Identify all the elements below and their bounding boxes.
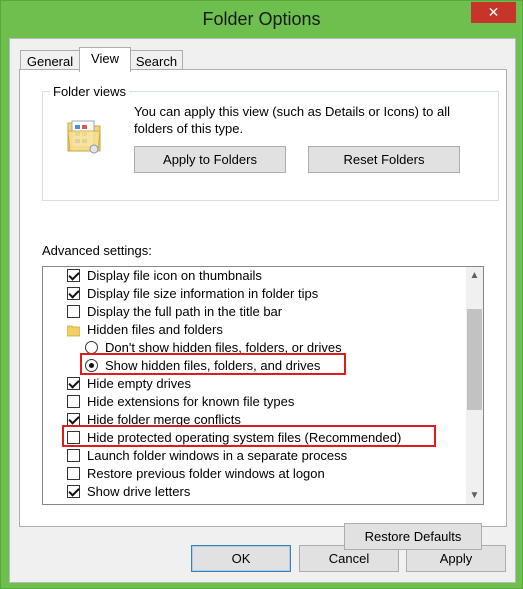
- list-item-label: Hidden files and folders: [87, 322, 223, 337]
- reset-folders-button[interactable]: Reset Folders: [308, 146, 460, 173]
- folder-icon: [67, 325, 80, 337]
- list-item: Hidden files and folders: [67, 321, 223, 339]
- checkbox-checked[interactable]: [67, 377, 80, 390]
- window-title: Folder Options: [202, 9, 321, 29]
- list-item-label: Hide empty drives: [87, 376, 192, 391]
- apply-to-folders-button[interactable]: Apply to Folders: [134, 146, 286, 173]
- close-button[interactable]: ✕: [471, 2, 516, 23]
- list-item-label: Display file icon on thumbnails: [87, 268, 262, 283]
- scroll-down-icon[interactable]: ▼: [466, 487, 483, 504]
- checkbox-checked[interactable]: [67, 287, 80, 300]
- list-item[interactable]: Display file icon on thumbnails: [67, 267, 262, 285]
- dialog-client: General View Search Folder views You can…: [9, 38, 516, 583]
- list-scrollbar[interactable]: ▲ ▼: [466, 267, 483, 504]
- scroll-thumb[interactable]: [467, 309, 482, 410]
- advanced-settings-title: Advanced settings:: [42, 243, 152, 258]
- restore-defaults-button[interactable]: Restore Defaults: [344, 523, 482, 550]
- list-item-label: Launch folder windows in a separate proc…: [87, 448, 348, 463]
- list-item-label: Display file size information in folder …: [87, 286, 319, 301]
- advanced-settings-list[interactable]: Display file icon on thumbnails Display …: [42, 266, 484, 505]
- view-tab-panel: Folder views You can apply this view (su…: [19, 69, 507, 550]
- checkbox[interactable]: [67, 395, 80, 408]
- folder-views-description: You can apply this view (such as Details…: [134, 104, 451, 136]
- checkbox[interactable]: [67, 449, 80, 462]
- folder-views-title: Folder views: [50, 84, 129, 99]
- tab-view[interactable]: View: [79, 47, 131, 72]
- list-item-label: Display the full path in the title bar: [87, 304, 283, 319]
- folder-views-icon: [67, 120, 101, 154]
- list-item-label: Show drive letters: [87, 484, 191, 499]
- list-item-label: Hide extensions for known file types: [87, 394, 295, 409]
- scroll-up-icon[interactable]: ▲: [466, 267, 483, 284]
- list-item[interactable]: Display the full path in the title bar: [67, 303, 282, 321]
- checkbox[interactable]: [67, 467, 80, 480]
- list-item[interactable]: Restore previous folder windows at logon: [67, 465, 325, 483]
- list-item[interactable]: Hide extensions for known file types: [67, 393, 294, 411]
- list-item[interactable]: Launch folder windows in a separate proc…: [67, 447, 347, 465]
- highlight-hide-protected: [62, 425, 436, 447]
- folder-views-group: Folder views You can apply this view (su…: [42, 84, 499, 201]
- checkbox[interactable]: [67, 305, 80, 318]
- highlight-show-hidden: [80, 353, 346, 375]
- list-item-label: Restore previous folder windows at logon: [87, 466, 325, 481]
- checkbox-checked[interactable]: [67, 269, 80, 282]
- list-item[interactable]: Display file size information in folder …: [67, 285, 318, 303]
- ok-button[interactable]: OK: [191, 545, 291, 572]
- checkbox-checked[interactable]: [67, 485, 80, 498]
- list-item[interactable]: Show drive letters: [67, 483, 190, 501]
- window-frame: Folder Options ✕ General View Search Fol…: [0, 0, 523, 589]
- list-item[interactable]: Hide empty drives: [67, 375, 191, 393]
